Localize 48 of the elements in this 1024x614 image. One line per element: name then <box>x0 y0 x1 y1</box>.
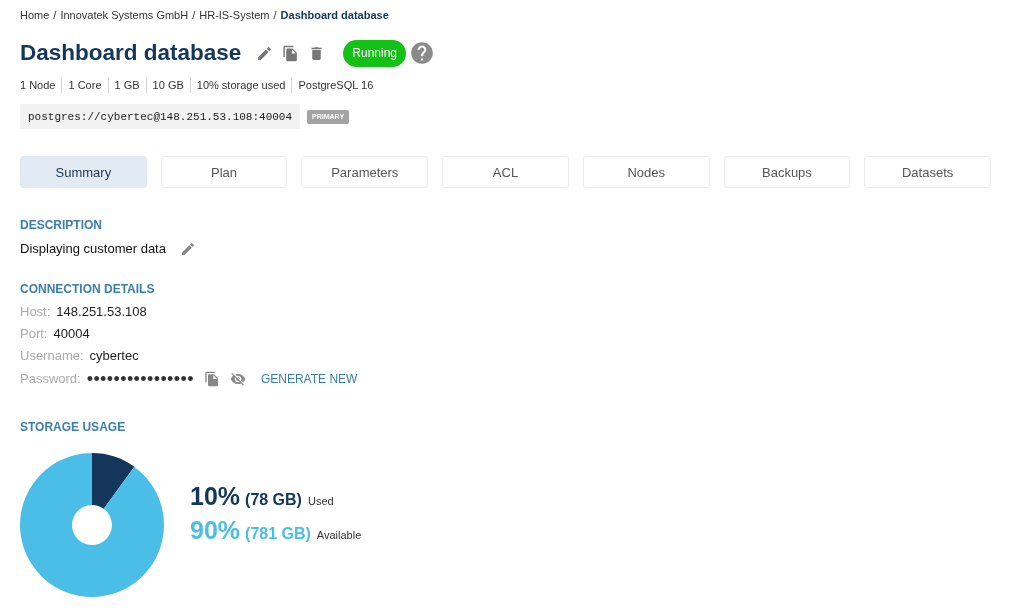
tab[interactable]: Parameters <box>301 156 429 188</box>
tab[interactable]: Datasets <box>864 156 991 188</box>
field-value: 40004 <box>53 325 90 341</box>
password-value: •••••••••••••••• <box>86 369 194 388</box>
help-icon[interactable] <box>409 40 436 66</box>
field-label: Host: <box>20 303 51 319</box>
field-value: 148.251.53.108 <box>56 303 147 319</box>
breadcrumb-current: Dashboard database <box>280 8 389 23</box>
generate-new-link[interactable]: GENERATE NEW <box>260 371 358 386</box>
breadcrumb-link[interactable]: Home <box>20 7 50 23</box>
legend-percent: 10% <box>190 482 241 511</box>
legend-amount: (78 GB) <box>245 491 302 509</box>
section-heading: CONNECTION DETAILS <box>20 281 155 297</box>
meta-item: 10% storage used <box>189 77 292 93</box>
status-pill: Running <box>343 39 407 67</box>
pencil-icon[interactable] <box>256 44 274 62</box>
meta-item: 1 Node <box>20 78 57 93</box>
field-label: Username: <box>20 347 84 363</box>
meta-item: 1 Core <box>61 77 108 93</box>
meta-item: 10 GB <box>145 77 190 93</box>
copy-icon[interactable] <box>282 44 300 62</box>
field-label: Password: <box>20 371 81 386</box>
legend-label: Available <box>316 529 362 541</box>
section-heading: STORAGE USAGE <box>20 419 126 435</box>
breadcrumb-link[interactable]: HR-IS-System <box>199 7 270 23</box>
pencil-icon[interactable] <box>179 241 196 257</box>
breadcrumb-separator: / <box>273 8 277 23</box>
field-value: cybertec <box>89 347 139 363</box>
tab[interactable]: Nodes <box>582 156 710 188</box>
page-title: Dashboard database <box>20 40 242 66</box>
legend-label: Used <box>307 495 334 507</box>
breadcrumb-separator: / <box>53 8 57 23</box>
legend-amount: (781 GB) <box>245 525 311 543</box>
tab[interactable]: Plan <box>160 156 288 188</box>
breadcrumb-separator: / <box>192 8 196 23</box>
tab[interactable]: Backups <box>723 156 851 188</box>
legend-percent: 90% <box>190 516 241 545</box>
meta-item: 1 GB <box>107 77 146 93</box>
section-heading: DESCRIPTION <box>20 217 102 233</box>
tab[interactable]: ACL <box>442 156 569 188</box>
meta-item: PostgreSQL 16 <box>291 77 380 93</box>
connection-string: postgres://cybertec@148.251.53.108:40004 <box>20 104 301 129</box>
copy-icon[interactable] <box>203 370 220 387</box>
description-text: Displaying customer data <box>20 241 166 257</box>
eye-slash-icon[interactable] <box>229 370 246 387</box>
field-label: Port: <box>20 325 48 341</box>
tab[interactable]: Summary <box>20 156 147 188</box>
breadcrumb-link[interactable]: Innovatek Systems GmbH <box>60 7 189 23</box>
